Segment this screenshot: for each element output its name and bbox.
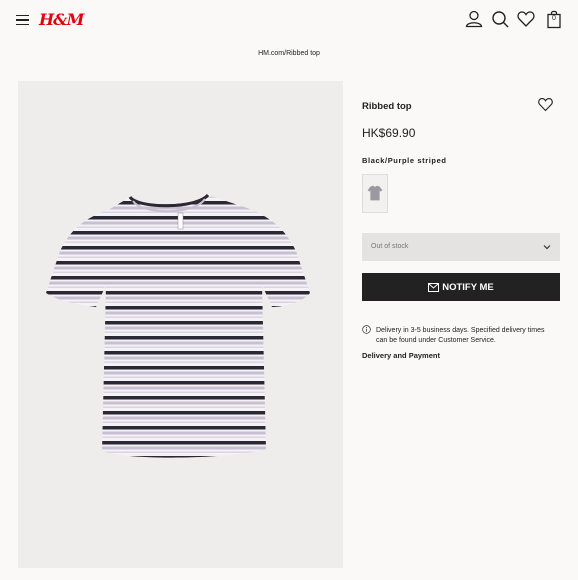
notify-me-button[interactable]: NOTIFY ME xyxy=(362,273,560,301)
breadcrumb: HM.com/Ribbed top xyxy=(0,50,578,57)
delivery-and-payment-link[interactable]: Delivery and Payment xyxy=(362,351,440,360)
envelope-icon xyxy=(428,282,440,292)
info-icon xyxy=(362,325,371,334)
search-icon[interactable] xyxy=(490,9,510,29)
hm-logo[interactable]: H&M xyxy=(39,10,84,29)
menu-icon[interactable] xyxy=(16,15,29,25)
color-swatch[interactable] xyxy=(362,174,388,213)
heart-icon[interactable] xyxy=(516,9,536,29)
site-header: H&M 0 xyxy=(0,0,578,40)
striped-shirt xyxy=(46,195,310,458)
add-to-favourites-icon[interactable] xyxy=(537,96,554,113)
chevron-down-icon xyxy=(543,245,551,250)
delivery-info: Delivery in 3-5 business days. Specified… xyxy=(376,327,545,344)
color-name: Black/Purple striped xyxy=(362,156,447,165)
bag-icon[interactable]: 0 xyxy=(544,9,564,29)
size-select-value: Out of stock xyxy=(371,243,409,250)
size-select[interactable]: Out of stock xyxy=(362,233,560,261)
bag-count: 0 xyxy=(552,15,556,22)
product-price: HK$69.90 xyxy=(362,126,416,140)
notify-me-label: NOTIFY ME xyxy=(442,281,494,293)
account-icon[interactable] xyxy=(464,9,484,29)
product-title: Ribbed top xyxy=(362,101,412,112)
product-image[interactable] xyxy=(18,81,343,568)
breadcrumb-link[interactable]: HM.com/Ribbed top xyxy=(258,50,320,57)
